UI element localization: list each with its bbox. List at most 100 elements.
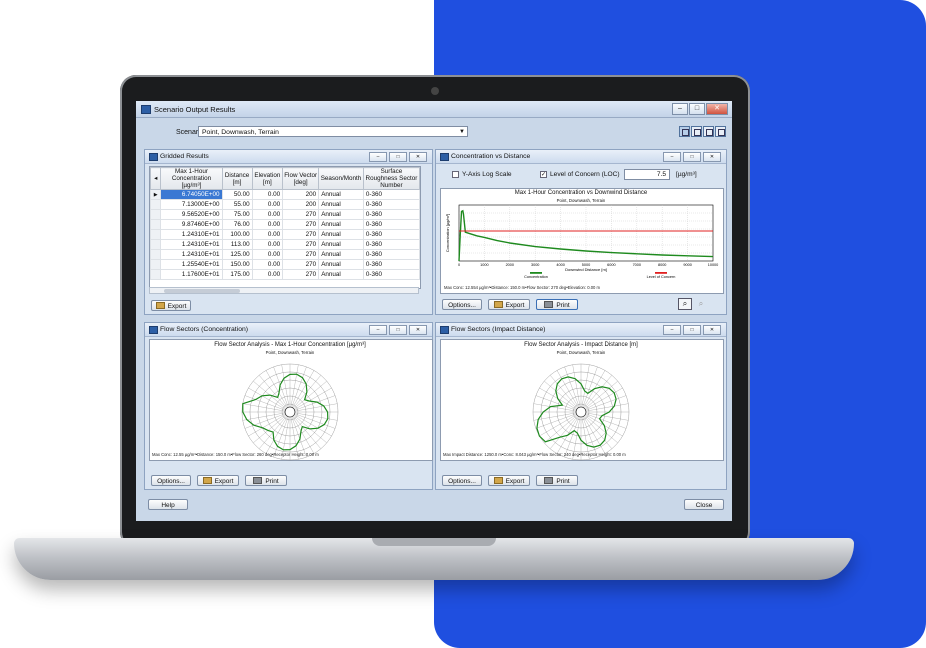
cell-distance[interactable]: 50.00	[221, 189, 253, 200]
cell-elevation[interactable]: 0.00	[251, 269, 284, 280]
table-row[interactable]: 1.24310E+01 113.00 0.00 270 Annual 0-360	[150, 239, 420, 250]
export-button[interactable]: Export	[488, 475, 530, 486]
pane-close-button[interactable]: ✕	[703, 152, 721, 162]
cell-season[interactable]: Annual	[318, 189, 364, 200]
options-button[interactable]: Options...	[442, 299, 482, 310]
cell-distance[interactable]: 100.00	[221, 229, 253, 240]
cell-flow-vector[interactable]: 270	[282, 219, 320, 230]
cell-flow-vector[interactable]: 200	[282, 189, 320, 200]
cell-roughness[interactable]: 0-360	[362, 249, 420, 260]
cell-elevation[interactable]: 0.00	[251, 259, 284, 270]
loc-checkbox[interactable]: ✓	[540, 171, 547, 178]
pane-minimize-button[interactable]: –	[369, 325, 387, 335]
maximize-button[interactable]: □	[689, 103, 705, 115]
cell-elevation[interactable]: 0.00	[251, 249, 284, 260]
cell-flow-vector[interactable]: 270	[282, 229, 320, 240]
cell-concentration[interactable]: 9.87460E+00	[160, 219, 223, 230]
cell-flow-vector[interactable]: 270	[282, 259, 320, 270]
results-table[interactable]: ◂ Max 1-Hour Concentration [µg/m³] Dista…	[149, 166, 421, 289]
cell-roughness[interactable]: 0-360	[362, 199, 420, 210]
col-header-elevation[interactable]: Elevation [m]	[251, 167, 284, 190]
scenario-select[interactable]: Point, Downwash, Terrain ▼	[198, 126, 468, 137]
log-scale-checkbox[interactable]	[452, 171, 459, 178]
table-row[interactable]: 9.56520E+00 75.00 0.00 270 Annual 0-360	[150, 209, 420, 220]
cell-elevation[interactable]: 0.00	[251, 219, 284, 230]
zoom-out-icon[interactable]: ⌕	[694, 298, 708, 310]
minimize-button[interactable]: –	[672, 103, 688, 115]
col-header-roughness[interactable]: Surface Roughness Sector Number	[362, 167, 420, 190]
cell-concentration[interactable]: 6.74050E+00	[160, 189, 223, 200]
cell-concentration[interactable]: 1.25540E+01	[160, 259, 223, 270]
cell-flow-vector[interactable]: 270	[282, 249, 320, 260]
table-row[interactable]: 1.25540E+01 150.00 0.00 270 Annual 0-360	[150, 259, 420, 270]
layout-cascade-button[interactable]	[715, 126, 726, 137]
options-button[interactable]: Options...	[442, 475, 482, 486]
cell-season[interactable]: Annual	[318, 249, 364, 260]
cell-roughness[interactable]: 0-360	[362, 209, 420, 220]
export-button[interactable]: Export	[197, 475, 239, 486]
print-button[interactable]: Print	[245, 475, 287, 486]
cell-distance[interactable]: 125.00	[221, 249, 253, 260]
pane-minimize-button[interactable]: –	[663, 325, 681, 335]
cell-flow-vector[interactable]: 270	[282, 209, 320, 220]
cell-elevation[interactable]: 0.00	[251, 239, 284, 250]
table-row[interactable]: 9.87460E+00 76.00 0.00 270 Annual 0-360	[150, 219, 420, 230]
pane-close-button[interactable]: ✕	[703, 325, 721, 335]
cell-roughness[interactable]: 0-360	[362, 229, 420, 240]
col-header-flow-vector[interactable]: Flow Vector [deg]	[282, 167, 320, 190]
cell-season[interactable]: Annual	[318, 239, 364, 250]
cell-distance[interactable]: 175.00	[221, 269, 253, 280]
layout-rows-button[interactable]	[691, 126, 702, 137]
close-button[interactable]: Close	[684, 499, 724, 510]
cell-flow-vector[interactable]: 270	[282, 269, 320, 280]
table-row[interactable]: 1.24310E+01 100.00 0.00 270 Annual 0-360	[150, 229, 420, 240]
help-button[interactable]: Help	[148, 499, 188, 510]
pane-maximize-button[interactable]: □	[683, 152, 701, 162]
cell-concentration[interactable]: 9.56520E+00	[160, 209, 223, 220]
pane-maximize-button[interactable]: □	[389, 325, 407, 335]
cell-season[interactable]: Annual	[318, 259, 364, 270]
table-row[interactable]: ▶ 6.74050E+00 50.00 0.00 200 Annual 0-36…	[150, 189, 420, 200]
pane-maximize-button[interactable]: □	[683, 325, 701, 335]
cell-distance[interactable]: 55.00	[221, 199, 253, 210]
cell-concentration[interactable]: 1.17600E+01	[160, 269, 223, 280]
horizontal-scrollbar[interactable]	[149, 287, 419, 294]
cell-roughness[interactable]: 0-360	[362, 219, 420, 230]
pane-maximize-button[interactable]: □	[389, 152, 407, 162]
cell-season[interactable]: Annual	[318, 219, 364, 230]
cell-distance[interactable]: 75.00	[221, 209, 253, 220]
export-button[interactable]: Export	[151, 300, 191, 311]
cell-roughness[interactable]: 0-360	[362, 259, 420, 270]
table-row[interactable]: 1.17600E+01 175.00 0.00 270 Annual 0-360	[150, 269, 420, 280]
pane-close-button[interactable]: ✕	[409, 152, 427, 162]
close-window-button[interactable]: ✕	[706, 103, 728, 115]
cell-distance[interactable]: 113.00	[221, 239, 253, 250]
cell-concentration[interactable]: 1.24310E+01	[160, 229, 223, 240]
table-row[interactable]: 1.24310E+01 125.00 0.00 270 Annual 0-360	[150, 249, 420, 260]
cell-distance[interactable]: 76.00	[221, 219, 253, 230]
loc-value-input[interactable]: 7.5	[624, 169, 670, 180]
cell-roughness[interactable]: 0-360	[362, 189, 420, 200]
cell-elevation[interactable]: 0.00	[251, 229, 284, 240]
zoom-in-icon[interactable]: ⌕	[678, 298, 692, 310]
cell-distance[interactable]: 150.00	[221, 259, 253, 270]
cell-flow-vector[interactable]: 270	[282, 239, 320, 250]
print-button[interactable]: Print	[536, 299, 578, 310]
pane-close-button[interactable]: ✕	[409, 325, 427, 335]
cell-season[interactable]: Annual	[318, 209, 364, 220]
layout-grid-button[interactable]	[679, 126, 690, 137]
layout-columns-button[interactable]	[703, 126, 714, 137]
cell-season[interactable]: Annual	[318, 199, 364, 210]
col-header-season[interactable]: Season/Month	[318, 167, 364, 190]
pane-minimize-button[interactable]: –	[663, 152, 681, 162]
cell-roughness[interactable]: 0-360	[362, 239, 420, 250]
cell-elevation[interactable]: 0.00	[251, 199, 284, 210]
cell-concentration[interactable]: 1.24310E+01	[160, 249, 223, 260]
col-header-concentration[interactable]: Max 1-Hour Concentration [µg/m³]	[160, 167, 223, 190]
cell-elevation[interactable]: 0.00	[251, 209, 284, 220]
cell-elevation[interactable]: 0.00	[251, 189, 284, 200]
export-button[interactable]: Export	[488, 299, 530, 310]
col-header-distance[interactable]: Distance [m]	[221, 167, 253, 190]
cell-season[interactable]: Annual	[318, 269, 364, 280]
print-button[interactable]: Print	[536, 475, 578, 486]
